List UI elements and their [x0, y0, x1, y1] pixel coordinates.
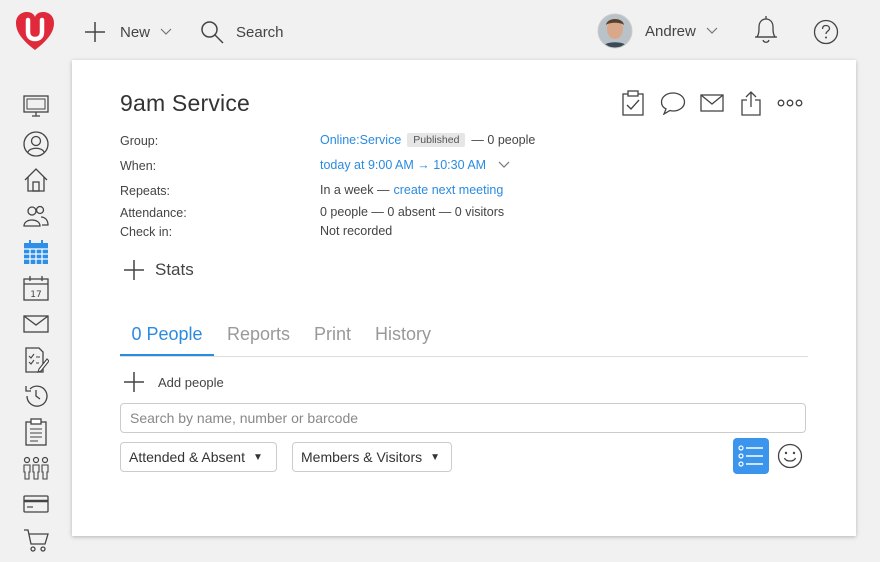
sidebar: 17: [0, 60, 72, 562]
stats-label: Stats: [155, 260, 194, 279]
sidebar-item-history[interactable]: [22, 382, 50, 410]
tab-bar: 0 People Reports Print History: [120, 324, 808, 357]
sidebar-item-calendar[interactable]: 17: [22, 274, 50, 302]
plus-icon: [85, 22, 105, 42]
monitor-icon: [23, 95, 49, 117]
chevron-down-icon: [160, 28, 172, 35]
page-title: 9am Service: [120, 90, 251, 116]
sidebar-item-dashboard[interactable]: [22, 92, 50, 120]
ellipsis-icon: [777, 99, 803, 107]
group-value: Online:Service Published — 0 people: [320, 133, 535, 147]
share-icon: [741, 91, 761, 116]
add-people-label: Add people: [158, 374, 224, 390]
form-edit-icon: [25, 347, 49, 373]
sidebar-item-tasks[interactable]: [22, 418, 50, 446]
add-people-button[interactable]: Add people: [124, 372, 224, 392]
group-count: — 0 people: [471, 133, 536, 147]
search-icon: [201, 21, 224, 44]
email-button[interactable]: [700, 90, 724, 116]
tab-reports[interactable]: Reports: [227, 324, 290, 354]
svg-text:17: 17: [30, 290, 41, 300]
tab-print[interactable]: Print: [314, 324, 351, 354]
sidebar-item-events[interactable]: [22, 238, 50, 266]
more-options-button[interactable]: [777, 90, 803, 116]
attendance-filter-value: Attended & Absent: [129, 449, 245, 465]
checkin-value: Not recorded: [320, 224, 393, 238]
list-icon: [738, 445, 763, 467]
stats-toggle[interactable]: Stats: [124, 260, 194, 280]
attendance-filter-select[interactable]: Attended & Absent ▼: [120, 442, 277, 472]
tab-history[interactable]: History: [375, 324, 431, 354]
sidebar-item-groups[interactable]: [22, 454, 50, 482]
sidebar-item-profile[interactable]: [22, 130, 50, 158]
search-input[interactable]: [120, 403, 806, 433]
help-button[interactable]: [813, 18, 839, 46]
repeats-value: In a week — create next meeting: [320, 183, 503, 197]
envelope-icon: [23, 315, 49, 333]
users-icon: [23, 205, 49, 227]
bell-icon: [755, 16, 777, 43]
help-icon: [813, 19, 839, 45]
when-link[interactable]: today at 9:00 AM → 10:30 AM: [320, 158, 486, 172]
envelope-icon: [700, 94, 724, 112]
chevron-down-icon[interactable]: [498, 161, 510, 169]
top-bar: New Search Andrew: [0, 0, 880, 60]
sidebar-item-email[interactable]: [22, 310, 50, 338]
membership-filter-value: Members & Visitors: [301, 449, 423, 465]
people-group-icon: [23, 456, 49, 480]
dropdown-arrow-icon: ▼: [430, 451, 441, 463]
event-card: 9am Service Group: Online:Service Publis…: [72, 60, 856, 536]
user-name: Andrew: [645, 22, 696, 40]
notifications-button[interactable]: [753, 16, 779, 44]
calendar-icon: 17: [23, 276, 49, 301]
group-label: Group:: [120, 134, 159, 148]
sidebar-item-store[interactable]: [22, 526, 50, 554]
checklist-button[interactable]: [622, 90, 644, 116]
when-value[interactable]: today at 9:00 AM → 10:30 AM: [320, 158, 510, 172]
user-menu[interactable]: Andrew: [597, 13, 718, 49]
attendance-value: 0 people — 0 absent — 0 visitors: [320, 205, 505, 219]
smiley-icon[interactable]: [777, 443, 803, 469]
clipboard-icon: [25, 418, 47, 446]
sidebar-item-forms[interactable]: [22, 346, 50, 374]
credit-card-icon: [23, 495, 49, 513]
speech-bubble-icon: [660, 92, 686, 115]
create-next-meeting-link[interactable]: create next meeting: [393, 183, 503, 197]
clipboard-check-icon: [622, 90, 644, 116]
new-menu-button[interactable]: New: [84, 18, 172, 46]
list-view-button[interactable]: [733, 438, 769, 474]
search-button[interactable]: Search: [200, 18, 284, 46]
group-link[interactable]: Online:Service: [320, 133, 401, 147]
sidebar-item-people[interactable]: [22, 202, 50, 230]
app-logo-icon[interactable]: [14, 10, 56, 52]
sidebar-item-home[interactable]: [22, 166, 50, 194]
comment-button[interactable]: [660, 90, 686, 116]
search-label: Search: [236, 23, 284, 41]
sidebar-item-payments[interactable]: [22, 490, 50, 518]
dropdown-arrow-icon: ▼: [252, 451, 263, 463]
share-button[interactable]: [740, 90, 762, 116]
history-icon: [25, 385, 48, 407]
membership-filter-select[interactable]: Members & Visitors ▼: [292, 442, 452, 472]
tab-people[interactable]: 0 People: [120, 324, 214, 356]
repeats-text: In a week —: [320, 183, 390, 197]
chevron-down-icon: [706, 27, 718, 34]
calendar-grid-icon: [24, 240, 48, 264]
checkin-label: Check in:: [120, 225, 173, 239]
shopping-cart-icon: [24, 529, 49, 552]
attendance-label: Attendance:: [120, 206, 187, 220]
plus-icon: [124, 260, 144, 280]
plus-icon: [124, 372, 144, 392]
avatar: [597, 13, 633, 49]
user-circle-icon: [23, 131, 49, 157]
when-label: When:: [120, 159, 157, 173]
home-icon: [24, 168, 48, 192]
status-badge: Published: [407, 133, 466, 147]
new-label: New: [120, 23, 151, 41]
repeats-label: Repeats:: [120, 184, 171, 198]
